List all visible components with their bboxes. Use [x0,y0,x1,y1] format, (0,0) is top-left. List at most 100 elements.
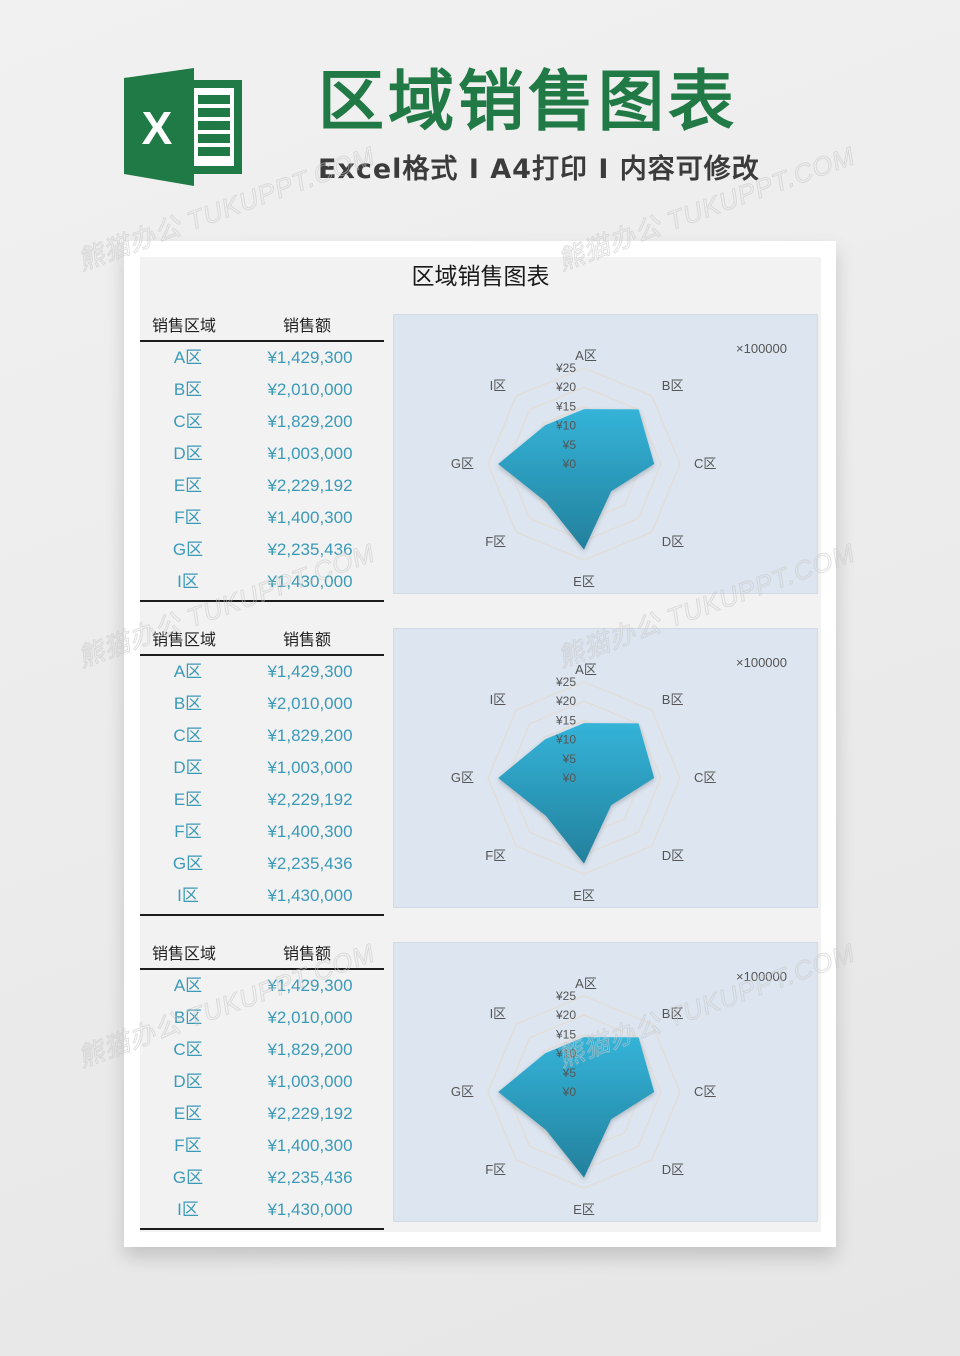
table-row[interactable]: I区 ¥1,430,000 [140,566,384,598]
cell-region[interactable]: C区 [140,406,236,438]
table-row[interactable]: I区 ¥1,430,000 [140,1194,384,1226]
cell-amount[interactable]: ¥1,430,000 [250,880,370,912]
table-row[interactable]: G区 ¥2,235,436 [140,534,384,566]
table-row[interactable]: C区 ¥1,829,200 [140,720,384,752]
cell-amount[interactable]: ¥1,429,300 [250,342,370,374]
category-label: B区 [662,378,684,393]
cell-amount[interactable]: ¥1,829,200 [250,406,370,438]
cell-amount[interactable]: ¥2,229,192 [250,784,370,816]
table-row[interactable]: F区 ¥1,400,300 [140,502,384,534]
cell-region[interactable]: C区 [140,1034,236,1066]
cell-region[interactable]: A区 [140,970,236,1002]
cell-amount[interactable]: ¥2,235,436 [250,1162,370,1194]
data-point[interactable] [496,776,500,780]
table-row[interactable]: E区 ¥2,229,192 [140,470,384,502]
table-row[interactable]: G区 ¥2,235,436 [140,848,384,880]
cell-amount[interactable]: ¥2,235,436 [250,848,370,880]
data-point[interactable] [652,776,656,780]
data-point[interactable] [543,737,547,741]
table-row[interactable]: I区 ¥1,430,000 [140,880,384,912]
cell-amount[interactable]: ¥1,429,300 [250,970,370,1002]
table-row[interactable]: F区 ¥1,400,300 [140,816,384,848]
table-row[interactable]: D区 ¥1,003,000 [140,438,384,470]
table-row[interactable]: G区 ¥2,235,436 [140,1162,384,1194]
radar-chart[interactable]: ¥0 ¥5 ¥10 ¥15 ¥20 ¥25 A区 B区 C区 D区 E区 F区 G区 I区 ×100000 [393,628,818,908]
cell-region[interactable]: G区 [140,534,236,566]
radar-chart[interactable]: ¥0 ¥5 ¥10 ¥15 ¥20 ¥25 A区 B区 C区 D区 E区 F区 G区 I区 ×100000 [393,942,818,1222]
cell-region[interactable]: I区 [140,880,236,912]
data-point[interactable] [652,462,656,466]
cell-region[interactable]: D区 [140,1066,236,1098]
data-point[interactable] [582,1035,586,1039]
cell-region[interactable]: A区 [140,656,236,688]
cell-region[interactable]: F区 [140,502,236,534]
data-point[interactable] [544,1128,548,1132]
cell-amount[interactable]: ¥2,229,192 [250,1098,370,1130]
cell-amount[interactable]: ¥1,829,200 [250,720,370,752]
cell-amount[interactable]: ¥1,430,000 [250,566,370,598]
table-row[interactable]: C区 ¥1,829,200 [140,406,384,438]
data-point[interactable] [652,1090,656,1094]
cell-region[interactable]: F区 [140,816,236,848]
table-row[interactable]: E区 ¥2,229,192 [140,784,384,816]
data-point[interactable] [582,407,586,411]
data-point[interactable] [637,721,641,725]
table-row[interactable]: B区 ¥2,010,000 [140,688,384,720]
cell-amount[interactable]: ¥2,229,192 [250,470,370,502]
cell-amount[interactable]: ¥2,235,436 [250,534,370,566]
cell-amount[interactable]: ¥1,003,000 [250,1066,370,1098]
cell-region[interactable]: D区 [140,752,236,784]
cell-region[interactable]: I区 [140,1194,236,1226]
cell-region[interactable]: I区 [140,566,236,598]
cell-amount[interactable]: ¥1,429,300 [250,656,370,688]
cell-amount[interactable]: ¥1,400,300 [250,502,370,534]
data-point[interactable] [582,1176,586,1180]
data-point[interactable] [496,1090,500,1094]
cell-region[interactable]: G区 [140,1162,236,1194]
cell-region[interactable]: B区 [140,374,236,406]
cell-amount[interactable]: ¥1,003,000 [250,752,370,784]
cell-region[interactable]: A区 [140,342,236,374]
cell-amount[interactable]: ¥2,010,000 [250,374,370,406]
cell-region[interactable]: G区 [140,848,236,880]
data-point[interactable] [543,423,547,427]
table-row[interactable]: D区 ¥1,003,000 [140,1066,384,1098]
table-row[interactable]: A区 ¥1,429,300 [140,970,384,1002]
data-point[interactable] [609,1117,613,1121]
data-point[interactable] [637,407,641,411]
table-row[interactable]: B区 ¥2,010,000 [140,374,384,406]
cell-amount[interactable]: ¥1,829,200 [250,1034,370,1066]
cell-amount[interactable]: ¥2,010,000 [250,1002,370,1034]
data-point[interactable] [582,548,586,552]
cell-region[interactable]: D区 [140,438,236,470]
table-row[interactable]: C区 ¥1,829,200 [140,1034,384,1066]
table-row[interactable]: B区 ¥2,010,000 [140,1002,384,1034]
cell-amount[interactable]: ¥2,010,000 [250,688,370,720]
table-row[interactable]: A区 ¥1,429,300 [140,656,384,688]
table-row[interactable]: E区 ¥2,229,192 [140,1098,384,1130]
table-row[interactable]: F区 ¥1,400,300 [140,1130,384,1162]
cell-region[interactable]: E区 [140,784,236,816]
table-row[interactable]: D区 ¥1,003,000 [140,752,384,784]
data-point[interactable] [637,1035,641,1039]
table-row[interactable]: A区 ¥1,429,300 [140,342,384,374]
data-point[interactable] [609,803,613,807]
cell-region[interactable]: E区 [140,1098,236,1130]
radar-chart[interactable]: ¥0 ¥5 ¥10 ¥15 ¥20 ¥25 A区 B区 C区 D区 E区 F区 G区 I区 ×100000 [393,314,818,594]
cell-amount[interactable]: ¥1,400,300 [250,1130,370,1162]
data-point[interactable] [544,814,548,818]
cell-amount[interactable]: ¥1,400,300 [250,816,370,848]
cell-region[interactable]: E区 [140,470,236,502]
cell-amount[interactable]: ¥1,430,000 [250,1194,370,1226]
data-point[interactable] [496,462,500,466]
data-point[interactable] [544,500,548,504]
data-point[interactable] [543,1051,547,1055]
data-point[interactable] [582,721,586,725]
cell-region[interactable]: B区 [140,688,236,720]
data-point[interactable] [582,862,586,866]
cell-region[interactable]: B区 [140,1002,236,1034]
data-point[interactable] [609,489,613,493]
cell-amount[interactable]: ¥1,003,000 [250,438,370,470]
cell-region[interactable]: F区 [140,1130,236,1162]
cell-region[interactable]: C区 [140,720,236,752]
